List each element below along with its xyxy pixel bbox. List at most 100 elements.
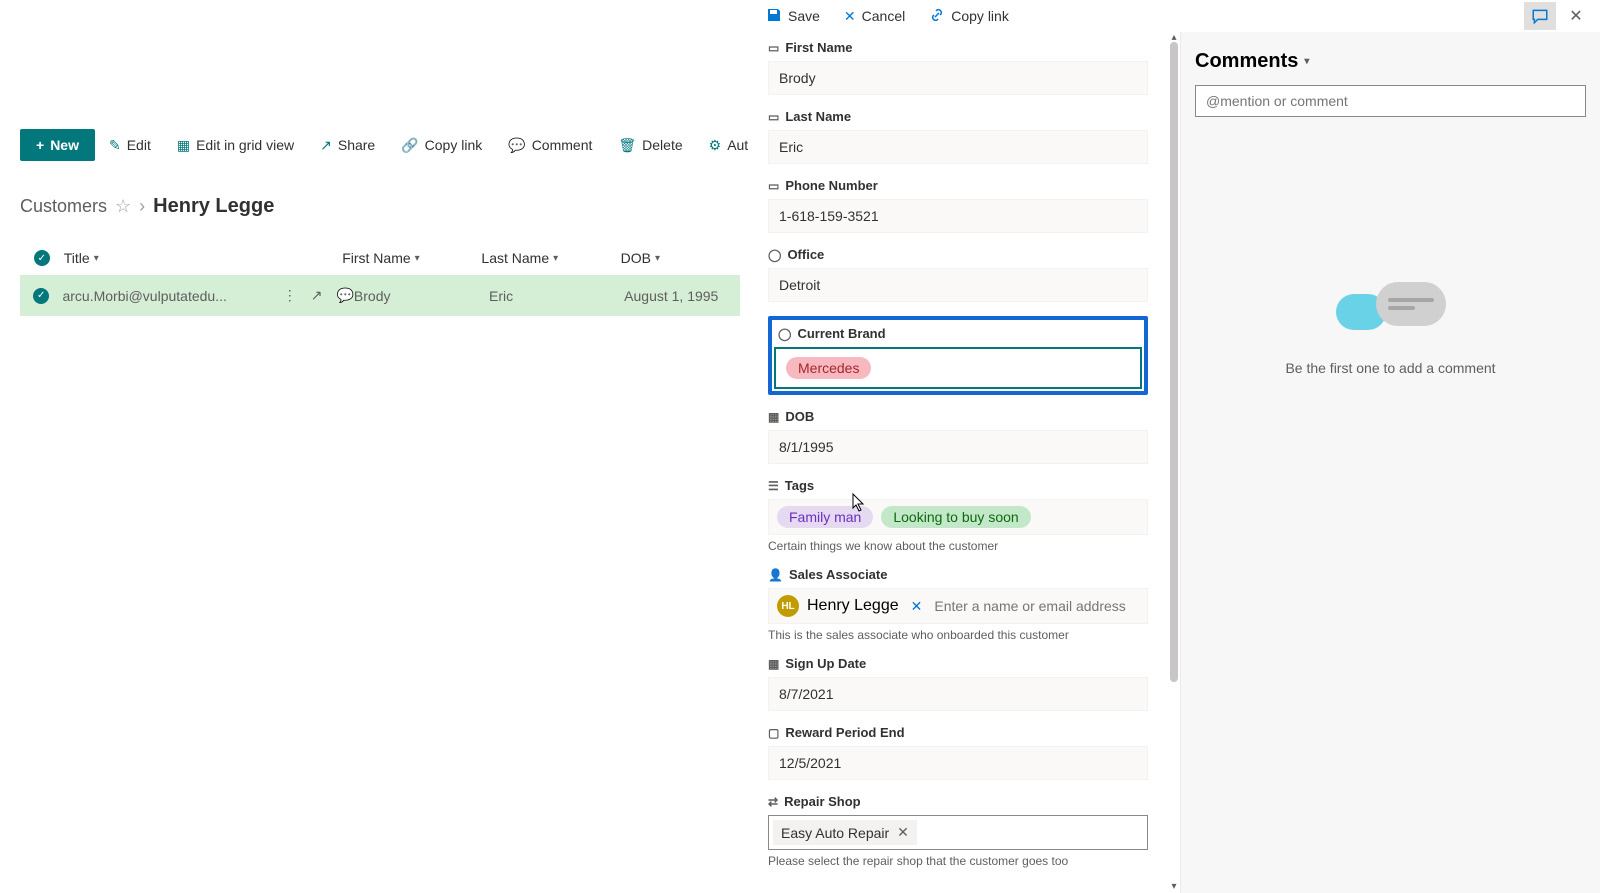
row-last: Eric [489,288,624,304]
grid-edit-label: Edit in grid view [196,137,294,153]
tags-help: Certain things we know about the custome… [768,539,1148,553]
check-icon: ✓ [34,250,50,266]
signup-label: Sign Up Date [785,656,866,671]
chevron-right-icon: › [139,196,145,217]
save-button[interactable]: Save [756,3,830,30]
last-name-label: Last Name [785,109,851,124]
reward-input[interactable]: 12/5/2021 [768,746,1148,780]
field-last-name: ▭Last Name Eric [768,109,1148,164]
chevron-down-icon[interactable]: ▾ [1304,56,1309,67]
breadcrumb-list[interactable]: Customers [20,196,107,217]
edit-button[interactable]: ✎ Edit [97,131,163,160]
col-title[interactable]: Title ▾ [64,250,342,266]
associate-label: Sales Associate [789,567,888,582]
field-signup: ▦ Sign Up Date 8/7/2021 [768,656,1148,711]
scroll-down-icon[interactable]: ▾ [1168,881,1180,893]
copy-link-label: Copy link [951,8,1009,24]
col-dob-label: DOB [621,250,651,266]
calendar-icon: ▦ [768,410,779,424]
first-name-input[interactable]: Brody [768,61,1148,95]
delete-label: Delete [642,137,682,153]
field-sales-associate: 👤Sales Associate HL Henry Legge ✕ This i… [768,567,1148,642]
chevron-down-icon: ▾ [655,253,660,264]
cancel-button[interactable]: ✕ Cancel [834,4,915,29]
pencil-icon: ✎ [109,137,121,154]
tags-input[interactable]: Family man Looking to buy soon [768,499,1148,535]
comment-button[interactable]: 💬 Comment [496,131,604,160]
comments-empty-text: Be the first one to add a comment [1285,360,1495,376]
row-dob: August 1, 1995 [624,288,740,304]
row-more-icon[interactable]: ⋮ [283,287,297,304]
office-label: Office [787,247,824,262]
office-input[interactable]: Detroit [768,268,1148,302]
panel-command-bar: Save ✕ Cancel Copy link ✕ [748,0,1600,32]
calendar-icon: ▦ [768,657,779,671]
first-name-label: First Name [785,40,852,55]
comments-empty-state: Be the first one to add a comment [1181,282,1600,376]
associate-input[interactable]: HL Henry Legge ✕ [768,588,1148,624]
comment-label: Comment [532,137,593,153]
scrollbar[interactable] [1170,42,1178,682]
comments-title: Comments ▾ [1195,50,1586,73]
field-phone: ▭ Phone Number 1-618-159-3521 [768,178,1148,233]
link-icon: 🔗 [401,137,418,154]
avatar: HL [777,595,799,617]
brand-input[interactable]: Mercedes [774,347,1142,389]
choice-icon: ◯ [778,327,791,341]
table-row[interactable]: ✓ arcu.Morbi@vulputatedu... ⋮ ↗ 💬 Brody … [20,275,740,316]
comments-toggle-icon[interactable] [1524,2,1556,30]
repair-help: Please select the repair shop that the c… [768,854,1148,868]
star-icon[interactable]: ☆ [115,196,131,217]
new-label: New [50,137,79,153]
comments-illustration-icon [1336,282,1446,342]
remove-chip-icon[interactable]: ✕ [897,824,909,841]
select-all[interactable]: ✓ [20,250,64,266]
grid-header: ✓ Title ▾ First Name ▾ Last Name ▾ DOB ▾ [20,240,740,276]
field-current-brand: ◯ Current Brand Mercedes [768,316,1148,395]
share-label: Share [338,137,375,153]
field-reward: ▢Reward Period End 12/5/2021 [768,725,1148,780]
link-icon [929,7,945,26]
reward-label: Reward Period End [785,725,904,740]
col-last[interactable]: Last Name ▾ [481,250,620,266]
col-dob[interactable]: DOB ▾ [621,250,740,266]
brand-pill: Mercedes [786,357,871,379]
phone-label: Phone Number [785,178,877,193]
col-first-label: First Name [342,250,410,266]
signup-input[interactable]: 8/7/2021 [768,677,1148,711]
dob-label: DOB [785,409,814,424]
close-panel-icon[interactable]: ✕ [1560,2,1592,30]
dob-input[interactable]: 8/1/1995 [768,430,1148,464]
form-scroll[interactable]: ▭ First Name Brody ▭Last Name Eric ▭ Phone… [748,32,1168,893]
text-icon: ▭ [768,179,779,193]
remove-person-icon[interactable]: ✕ [907,598,927,615]
row-comment-icon[interactable]: 💬 [336,287,353,304]
col-first[interactable]: First Name ▾ [342,250,481,266]
repair-label: Repair Shop [784,794,861,809]
copy-link-toolbar-button[interactable]: 🔗 Copy link [389,131,494,160]
new-button[interactable]: + New [20,129,95,161]
text-icon: ▭ [768,41,779,55]
list-icon: ☰ [768,479,779,493]
repair-chip-label: Easy Auto Repair [781,825,889,841]
repair-chip: Easy Auto Repair ✕ [773,820,917,845]
comment-icon: 💬 [508,137,525,154]
delete-button[interactable]: 🗑 Delete [606,131,694,160]
share-button[interactable]: ↗ Share [308,131,387,160]
row-share-icon[interactable]: ↗ [311,287,323,304]
phone-input[interactable]: 1-618-159-3521 [768,199,1148,233]
tag-pill: Family man [777,506,873,528]
repair-input[interactable]: Easy Auto Repair ✕ [768,815,1148,850]
field-repair: ⇄Repair Shop Easy Auto Repair ✕ Please s… [768,794,1148,868]
field-first-name: ▭ First Name Brody [768,40,1148,95]
check-icon[interactable]: ✓ [33,288,49,304]
comments-input[interactable] [1195,85,1586,117]
brand-label: Current Brand [797,326,885,341]
copy-link-button[interactable]: Copy link [919,3,1019,30]
last-name-input[interactable]: Eric [768,130,1148,164]
save-label: Save [788,8,820,24]
associate-search[interactable] [934,598,1139,614]
grid-edit-button[interactable]: ▦ Edit in grid view [165,131,306,160]
save-icon [766,7,782,26]
edit-label: Edit [127,137,151,153]
